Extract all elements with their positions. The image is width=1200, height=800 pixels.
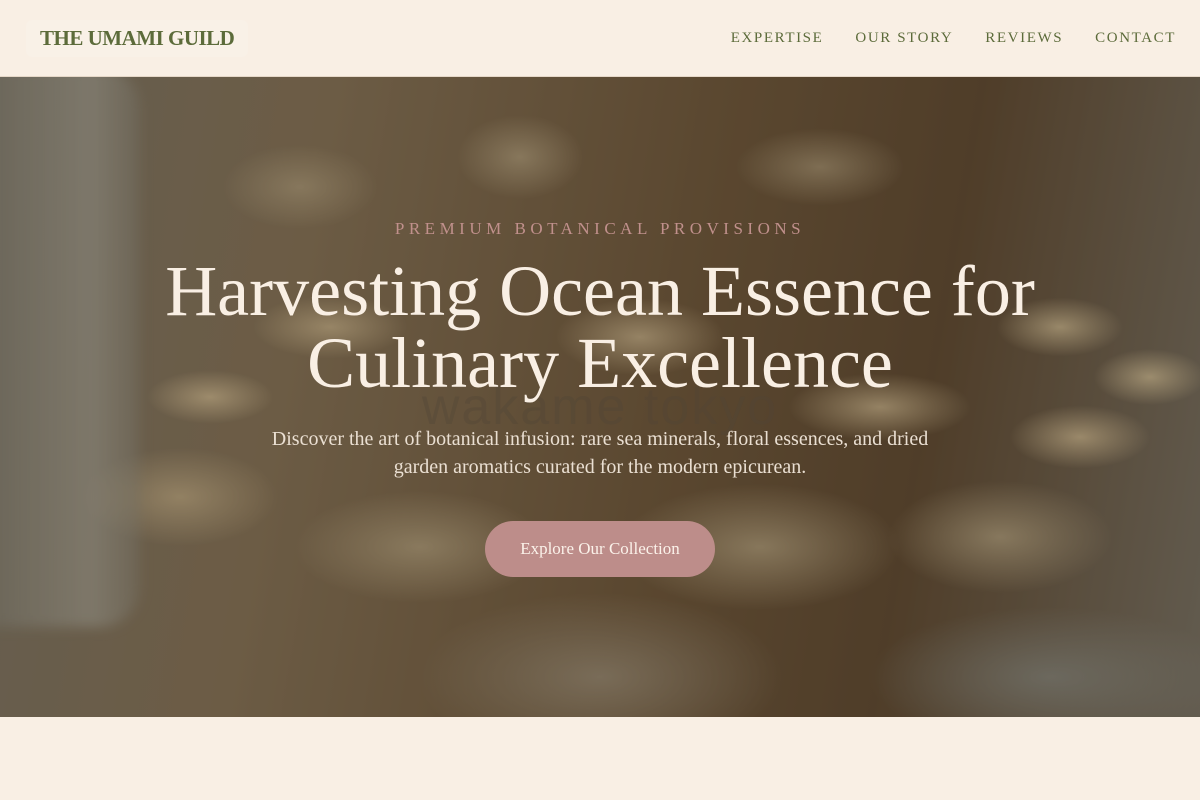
hero-subtext: Discover the art of botanical infusion: … — [271, 428, 929, 478]
hero-content: PREMIUM BOTANICAL PROVISIONS Harvesting … — [0, 77, 1200, 717]
nav-link-expertise[interactable]: EXPERTISE — [731, 30, 824, 47]
hero-headline: Harvesting Ocean Essence for Culinary Ex… — [165, 251, 1035, 403]
nav-link-contact[interactable]: CONTACT — [1095, 30, 1176, 47]
site-header: THE UMAMI GUILD EXPERTISE OUR STORY REVI… — [0, 0, 1200, 77]
brand-logo[interactable]: THE UMAMI GUILD — [40, 26, 235, 50]
hero-eyebrow: PREMIUM BOTANICAL PROVISIONS — [394, 219, 806, 238]
hero-section: wakame tokyo PREMIUM BOTANICAL PROVISION… — [0, 77, 1200, 717]
nav-link-our-story[interactable]: OUR STORY — [855, 30, 953, 47]
nav-link-reviews[interactable]: REVIEWS — [985, 30, 1063, 47]
below-hero-section — [0, 717, 1200, 800]
explore-collection-button[interactable]: Explore Our Collection — [485, 521, 715, 577]
main-nav: EXPERTISE OUR STORY REVIEWS CONTACT — [699, 30, 1176, 47]
logo-container[interactable]: THE UMAMI GUILD — [26, 19, 249, 57]
